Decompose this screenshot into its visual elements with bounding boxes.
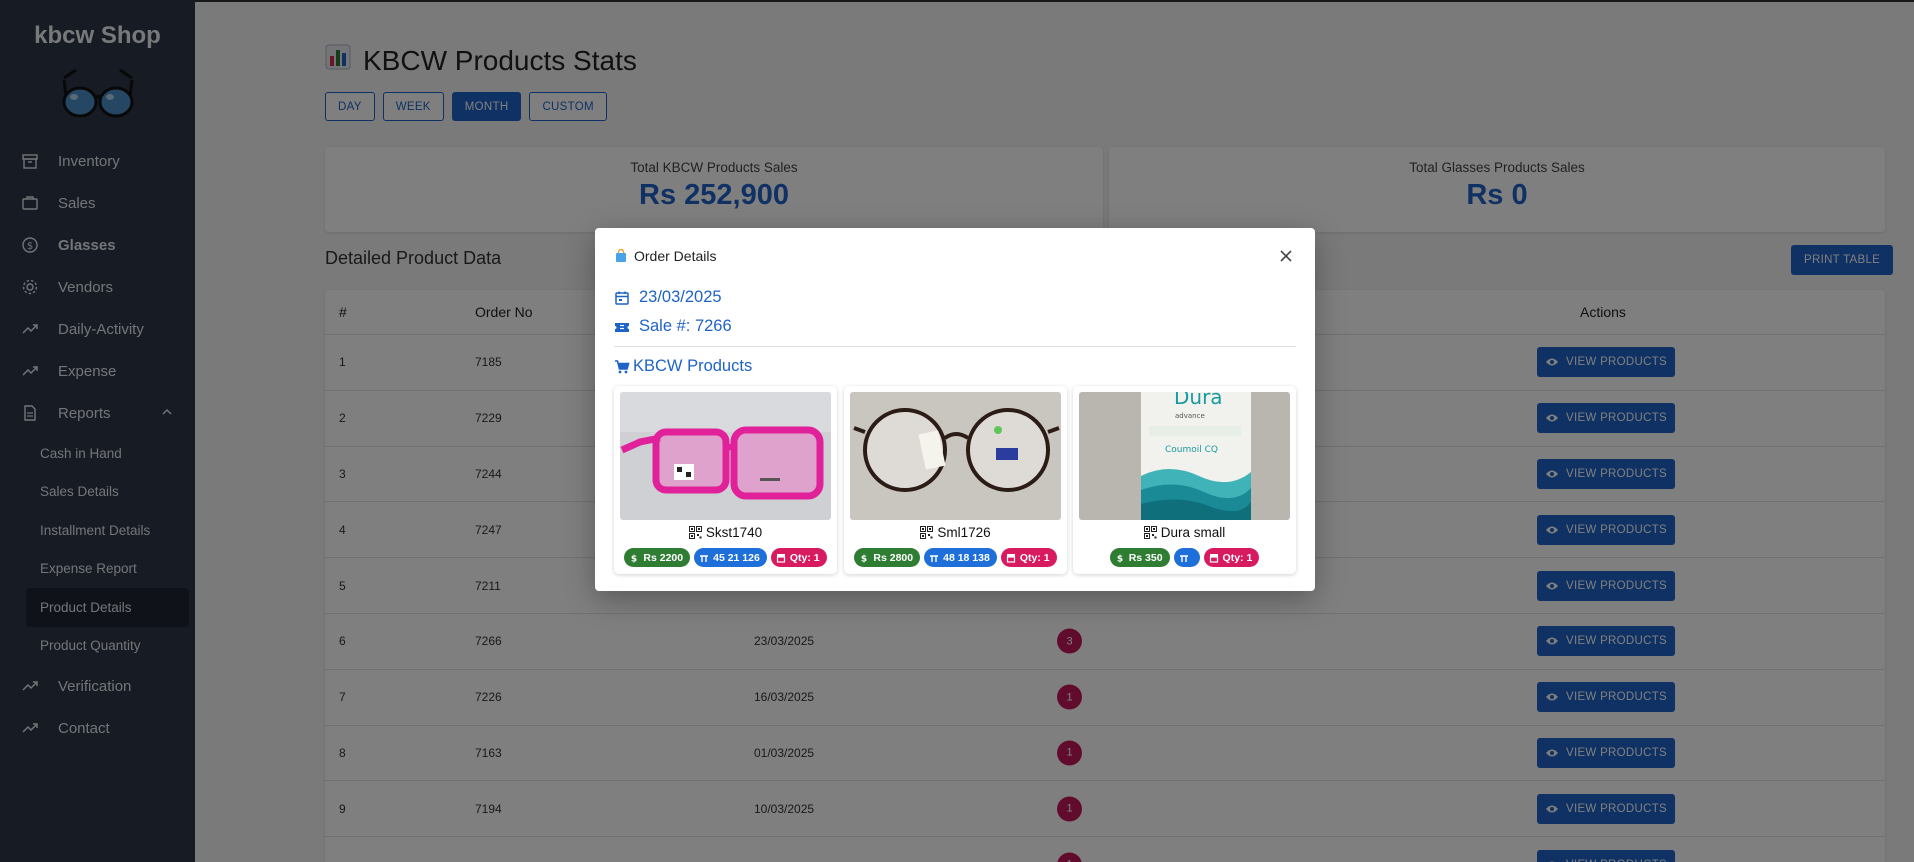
product-card[interactable]: Skst1740 $ Rs 2200 45 21 126 Qty: 1	[614, 386, 837, 574]
ruler-icon	[929, 553, 939, 563]
svg-text:Coumoil CQ: Coumoil CQ	[1165, 445, 1218, 455]
qty-text: Qty: 1	[1222, 551, 1253, 564]
price-tag-icon: $	[629, 553, 639, 563]
svg-text:$: $	[1117, 554, 1123, 563]
close-icon[interactable]	[1279, 246, 1293, 269]
size-text: 48 18 138	[943, 551, 990, 564]
product-chips: $ Rs 2200 45 21 126 Qty: 1	[614, 548, 837, 567]
price-chip: $ Rs 2800	[854, 548, 921, 567]
modal-divider	[614, 346, 1296, 347]
qty-chip: Qty: 1	[1203, 548, 1260, 567]
svg-text:advance: advance	[1175, 412, 1205, 420]
ruler-icon	[1179, 553, 1189, 563]
qty-text: Qty: 1	[1019, 551, 1050, 564]
box-icon	[1006, 553, 1016, 563]
order-date-text: 23/03/2025	[639, 288, 722, 306]
product-card[interactable]: Sml1726 $ Rs 2800 48 18 138 Qty: 1	[844, 386, 1067, 574]
qty-chip: Qty: 1	[1000, 548, 1057, 567]
qr-code-icon	[920, 526, 934, 539]
modal-title-text: Order Details	[634, 248, 717, 264]
product-name-text: Skst1740	[705, 525, 763, 540]
product-image-pink-frame	[620, 392, 831, 520]
qr-code-icon	[688, 526, 702, 539]
modal-title: Order Details	[614, 248, 716, 264]
order-details-modal: Order Details 23/03/2025 Sale #: 7266 KB…	[595, 228, 1315, 591]
price-text: Rs 2200	[643, 551, 684, 564]
qr-code-icon	[1143, 526, 1157, 539]
price-chip: $ Rs 2200	[624, 548, 691, 567]
box-icon	[1209, 553, 1219, 563]
product-name: Sml1726	[844, 525, 1067, 540]
ruler-icon	[699, 553, 709, 563]
product-name: Dura small	[1073, 525, 1296, 540]
order-date: 23/03/2025	[614, 288, 722, 307]
calendar-icon	[614, 290, 630, 306]
product-card[interactable]: Dura advance Coumoil CQ Dura small $ Rs 3…	[1073, 386, 1296, 574]
price-text: Rs 350	[1128, 551, 1163, 564]
product-name-text: Sml1726	[937, 525, 991, 540]
product-image-dura-box: Dura advance Coumoil CQ	[1079, 392, 1290, 520]
product-chips: $ Rs 2800 48 18 138 Qty: 1	[844, 548, 1067, 567]
size-chip: 45 21 126	[694, 548, 767, 567]
size-chip	[1173, 548, 1200, 567]
product-image-round-frame	[850, 392, 1061, 520]
products-section-label: KBCW Products	[614, 357, 752, 376]
box-icon	[776, 553, 786, 563]
qty-text: Qty: 1	[789, 551, 820, 564]
svg-text:$: $	[861, 554, 867, 563]
product-name: Skst1740	[614, 525, 837, 540]
price-tag-icon: $	[859, 553, 869, 563]
price-text: Rs 2800	[873, 551, 914, 564]
svg-text:$: $	[631, 554, 637, 563]
products-label-text: KBCW Products	[633, 357, 753, 375]
size-chip: 48 18 138	[924, 548, 997, 567]
qty-chip: Qty: 1	[770, 548, 827, 567]
sale-number: Sale #: 7266	[614, 317, 732, 336]
price-chip: $ Rs 350	[1109, 548, 1170, 567]
product-name-text: Dura small	[1160, 525, 1226, 540]
svg-text:Dura: Dura	[1174, 392, 1223, 409]
product-chips: $ Rs 350 Qty: 1	[1073, 548, 1296, 567]
cart-icon	[614, 359, 630, 375]
sale-number-text: Sale #: 7266	[639, 317, 732, 335]
price-tag-icon: $	[1115, 553, 1125, 563]
ticket-icon	[614, 319, 630, 335]
size-text: 45 21 126	[713, 551, 760, 564]
shopping-bag-icon	[614, 249, 628, 263]
